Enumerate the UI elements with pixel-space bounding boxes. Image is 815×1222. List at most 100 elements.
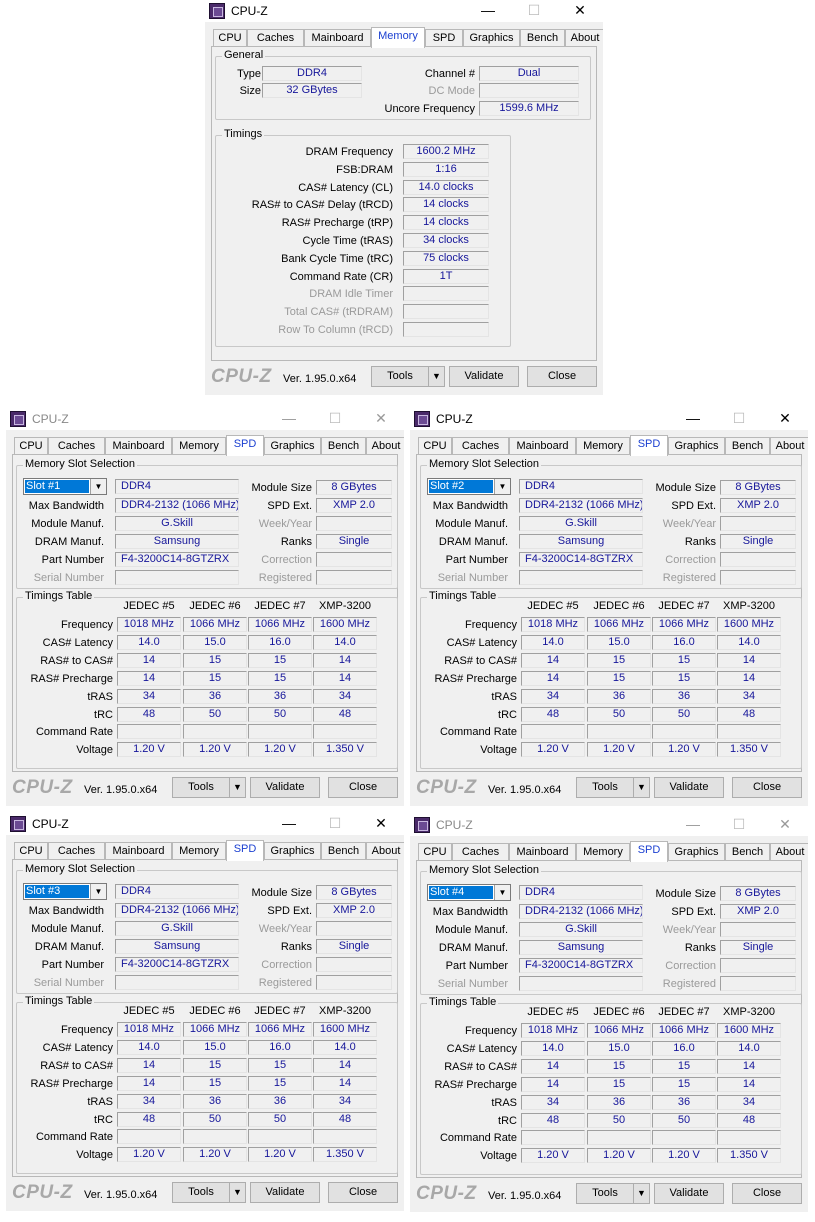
slot-select-dropdown[interactable]: Slot #2 ▼	[427, 478, 511, 495]
timings-cell: 36	[652, 1094, 716, 1110]
timings-cell: 34	[117, 688, 181, 704]
chevron-down-icon[interactable]: ▼	[90, 884, 106, 899]
maximize-button[interactable]: ☐	[511, 0, 557, 22]
timings-cell: 14	[313, 1057, 377, 1073]
tab-bench[interactable]: Bench	[725, 843, 770, 861]
tools-dropdown-arrow[interactable]: ▼	[229, 1182, 246, 1203]
tab-graphics[interactable]: Graphics	[668, 437, 725, 455]
tab-spd[interactable]: SPD	[226, 840, 264, 861]
validate-button[interactable]: Validate	[654, 1183, 724, 1204]
tab-bench[interactable]: Bench	[321, 842, 366, 860]
tab-bench[interactable]: Bench	[321, 437, 366, 455]
validate-button[interactable]: Validate	[250, 1182, 320, 1203]
minimize-button[interactable]: —	[266, 813, 312, 835]
slot-select-dropdown[interactable]: Slot #4 ▼	[427, 884, 511, 901]
tools-button[interactable]: Tools	[576, 1183, 634, 1204]
close-button[interactable]: Close	[732, 777, 802, 798]
close-button[interactable]: Close	[527, 366, 597, 387]
tab-about[interactable]: About	[770, 843, 808, 861]
validate-button[interactable]: Validate	[449, 366, 519, 387]
tab-graphics[interactable]: Graphics	[264, 437, 321, 455]
maximize-button[interactable]: ☐	[312, 408, 358, 430]
tab-spd[interactable]: SPD	[226, 435, 264, 456]
window-title: CPU-Z	[32, 412, 69, 426]
tab-cpu[interactable]: CPU	[14, 437, 48, 455]
chevron-down-icon[interactable]: ▼	[494, 479, 510, 494]
tab-caches[interactable]: Caches	[48, 437, 105, 455]
tab-memory[interactable]: Memory	[576, 843, 630, 861]
timings-cell: 1.20 V	[183, 1147, 247, 1163]
title-bar: CPU-Z — ☐ ✕	[410, 814, 808, 836]
tab-mainboard[interactable]: Mainboard	[304, 29, 371, 47]
minimize-button[interactable]: —	[465, 0, 511, 22]
tab-caches[interactable]: Caches	[452, 437, 509, 455]
tools-button[interactable]: Tools	[172, 1182, 230, 1203]
tab-graphics[interactable]: Graphics	[668, 843, 725, 861]
validate-button[interactable]: Validate	[250, 777, 320, 798]
tab-spd[interactable]: SPD	[425, 29, 463, 47]
tab-spd[interactable]: SPD	[630, 435, 668, 456]
max-bandwidth-value: DDR4-2132 (1066 MHz)	[115, 498, 239, 513]
timings-row-label: Frequency	[61, 1024, 113, 1036]
minimize-button[interactable]: —	[266, 408, 312, 430]
minimize-button[interactable]: —	[670, 408, 716, 430]
close-button[interactable]: Close	[732, 1183, 802, 1204]
close-window-button[interactable]: ✕	[762, 408, 808, 430]
tab-about[interactable]: About	[366, 437, 404, 455]
tab-memory[interactable]: Memory	[576, 437, 630, 455]
close-window-button[interactable]: ✕	[358, 813, 404, 835]
minimize-button[interactable]: —	[670, 814, 716, 836]
chevron-down-icon[interactable]: ▼	[90, 479, 106, 494]
registered-value	[316, 570, 392, 585]
timings-cell: 1066 MHz	[587, 1023, 651, 1038]
tab-memory[interactable]: Memory	[371, 27, 425, 48]
timing-label: RAS# Precharge (tRP)	[281, 217, 393, 230]
tab-bench[interactable]: Bench	[725, 437, 770, 455]
slot-select-dropdown[interactable]: Slot #1 ▼	[23, 478, 107, 495]
tools-button[interactable]: Tools	[172, 777, 230, 798]
tab-mainboard[interactable]: Mainboard	[105, 437, 172, 455]
version-label: Ver. 1.95.0.x64	[283, 373, 357, 385]
tab-memory[interactable]: Memory	[172, 842, 226, 860]
close-button[interactable]: Close	[328, 777, 398, 798]
close-window-button[interactable]: ✕	[762, 814, 808, 836]
tab-mainboard[interactable]: Mainboard	[509, 437, 576, 455]
tab-about[interactable]: About	[366, 842, 404, 860]
tab-cpu[interactable]: CPU	[14, 842, 48, 860]
tools-dropdown-arrow[interactable]: ▼	[633, 1183, 650, 1204]
tab-about[interactable]: About	[770, 437, 808, 455]
tab-caches[interactable]: Caches	[247, 29, 304, 47]
tab-spd[interactable]: SPD	[630, 841, 668, 862]
part-number-label: Part Number	[445, 554, 508, 566]
tab-caches[interactable]: Caches	[48, 842, 105, 860]
close-window-button[interactable]: ✕	[557, 0, 603, 22]
tab-about[interactable]: About	[565, 29, 603, 47]
close-button[interactable]: Close	[328, 1182, 398, 1203]
tools-dropdown-arrow[interactable]: ▼	[633, 777, 650, 798]
tab-caches[interactable]: Caches	[452, 843, 509, 861]
chevron-down-icon[interactable]: ▼	[494, 885, 510, 900]
timings-row-label: tRAS	[491, 1096, 517, 1109]
maximize-button[interactable]: ☐	[312, 813, 358, 835]
tab-graphics[interactable]: Graphics	[463, 29, 520, 47]
tab-graphics[interactable]: Graphics	[264, 842, 321, 860]
tab-mainboard[interactable]: Mainboard	[509, 843, 576, 861]
tab-cpu[interactable]: CPU	[213, 29, 247, 47]
tab-cpu[interactable]: CPU	[418, 437, 452, 455]
tab-cpu[interactable]: CPU	[418, 843, 452, 861]
tab-bench[interactable]: Bench	[520, 29, 565, 47]
spd-ext-label: SPD Ext.	[267, 905, 312, 917]
tools-button[interactable]: Tools	[576, 777, 634, 798]
validate-button[interactable]: Validate	[654, 777, 724, 798]
maximize-button[interactable]: ☐	[716, 408, 762, 430]
timings-table-title: Timings Table	[23, 590, 95, 602]
tab-mainboard[interactable]: Mainboard	[105, 842, 172, 860]
tab-memory[interactable]: Memory	[172, 437, 226, 455]
tools-dropdown-arrow[interactable]: ▼	[229, 777, 246, 798]
close-window-button[interactable]: ✕	[358, 408, 404, 430]
tools-dropdown-arrow[interactable]: ▼	[428, 366, 445, 387]
slot-select-dropdown[interactable]: Slot #3 ▼	[23, 883, 107, 900]
tools-button[interactable]: Tools	[371, 366, 429, 387]
maximize-button[interactable]: ☐	[716, 814, 762, 836]
cpuz-app-icon	[209, 3, 225, 19]
